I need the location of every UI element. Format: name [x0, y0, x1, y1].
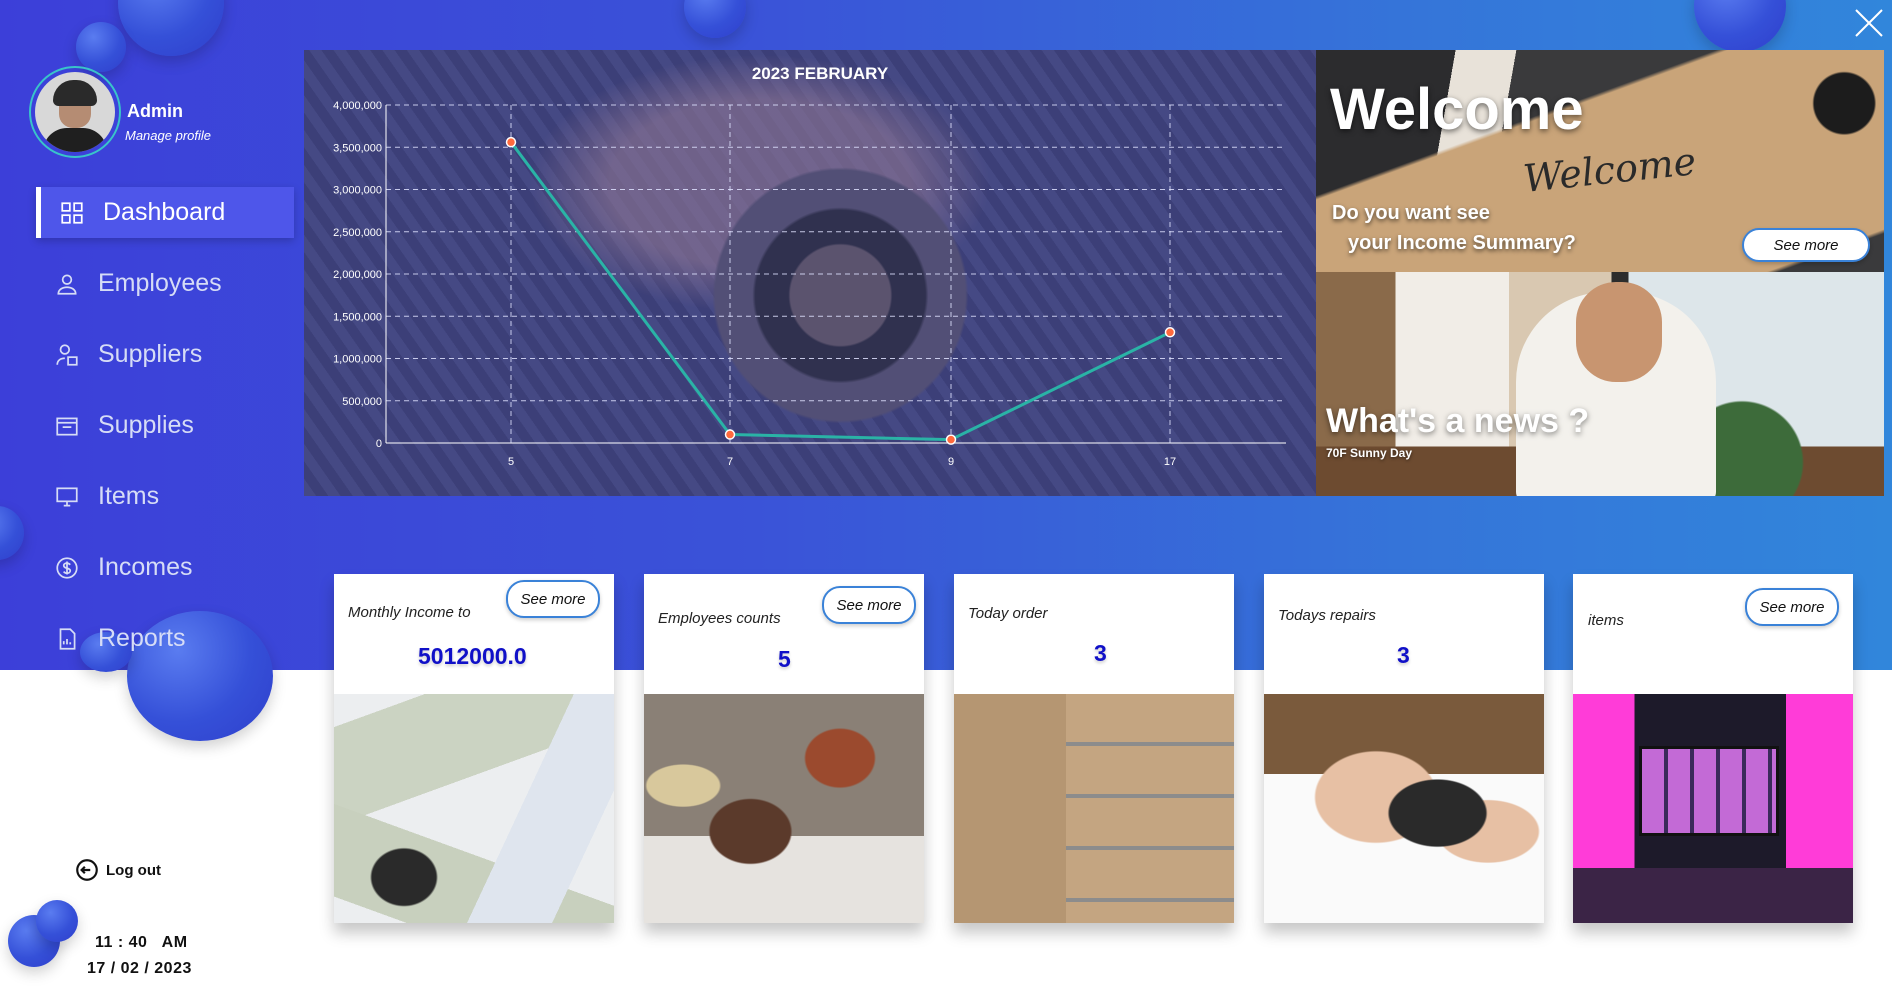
monitor-photo [1639, 746, 1779, 836]
data-point [505, 136, 517, 148]
card-value: 3 [1397, 642, 1410, 668]
decorative-bubble [36, 900, 78, 942]
avatar[interactable] [29, 66, 121, 158]
desk-setup-photo [1573, 694, 1853, 923]
y-tick-label: 1,000,000 [333, 354, 382, 366]
money-photo [334, 694, 614, 923]
card-label: Employees counts [658, 610, 781, 627]
y-tick-label: 2,000,000 [333, 269, 382, 281]
y-tick-label: 0 [376, 438, 382, 450]
welcome-panel: Welcome Welcome Do you want see your Inc… [1316, 50, 1884, 272]
sidebar-item-label: Supplies [98, 411, 194, 439]
logout-button[interactable]: Log out [74, 857, 161, 883]
y-tick-label: 3,000,000 [333, 185, 382, 197]
card-label: Monthly Income to [348, 604, 471, 621]
team-photo [644, 694, 924, 923]
y-tick-label: 4,000,000 [333, 100, 382, 112]
data-point [1164, 327, 1176, 338]
card-today-order: Today order 3 [954, 574, 1234, 923]
dashboard-icon [55, 196, 89, 230]
y-tick-label: 1,500,000 [333, 311, 382, 323]
repair-photo [1264, 694, 1544, 923]
decorative-bubble [76, 22, 126, 72]
close-icon[interactable] [1852, 6, 1886, 40]
income-line-chart: 2023 FEBRUARY 0 500,000 1,000,000 1,500,000 2… [333, 64, 1286, 468]
card-employees-count: Employees counts See more 5 [644, 574, 924, 923]
admin-name: Admin [127, 101, 183, 121]
sidebar-item-incomes[interactable]: Incomes [36, 542, 294, 593]
report-icon [50, 622, 84, 656]
sidebar-item-supplies[interactable]: Supplies [36, 400, 294, 451]
monthly-income-see-more-button[interactable]: See more [506, 580, 600, 618]
y-tick-label: 500,000 [342, 396, 382, 408]
warehouse-photo [954, 694, 1234, 923]
income-chart-panel: 2023 FEBRUARY 0 500,000 1,000,000 1,500,000 2… [304, 50, 1316, 496]
sidebar-item-items[interactable]: Items [36, 471, 294, 522]
sidebar-item-suppliers[interactable]: Suppliers [36, 329, 294, 380]
news-photo-head [1576, 282, 1662, 382]
card-todays-repairs: Todays repairs 3 [1264, 574, 1544, 923]
clock-time: 11 : 40 AM [95, 934, 188, 951]
monitor-icon [50, 480, 84, 514]
sidebar-item-employees[interactable]: Employees [36, 258, 294, 309]
income-summary-question-line1: Do you want see [1332, 202, 1490, 224]
news-weather: 70F Sunny Day [1326, 446, 1413, 460]
dollar-icon [50, 551, 84, 585]
logout-label: Log out [106, 861, 161, 879]
x-tick-label: 9 [948, 456, 954, 468]
welcome-script-text: Welcome [1521, 139, 1699, 201]
welcome-title: Welcome [1330, 77, 1584, 142]
income-summary-see-more-button[interactable]: See more [1742, 228, 1870, 262]
card-label: items [1588, 612, 1624, 629]
income-summary-question-line2: your Income Summary? [1348, 232, 1576, 254]
card-monthly-income: Monthly Income to See more 5012000.0 [334, 574, 614, 923]
box-icon [50, 409, 84, 443]
y-tick-label: 2,500,000 [333, 227, 382, 239]
sidebar-item-label: Dashboard [103, 198, 226, 226]
sidebar-item-reports[interactable]: Reports [36, 613, 294, 664]
card-value: 5012000.0 [418, 643, 527, 669]
clock-date: 17 / 02 / 2023 [87, 960, 192, 977]
card-label: Today order [968, 605, 1048, 622]
card-label: Todays repairs [1278, 607, 1376, 624]
sidebar-item-label: Suppliers [98, 340, 203, 368]
sidebar-item-label: Items [98, 482, 160, 510]
x-tick-label: 7 [727, 456, 733, 468]
sidebar-item-label: Reports [98, 624, 186, 652]
data-point [945, 434, 957, 445]
avatar-photo [35, 72, 115, 152]
income-series-line [509, 141, 1171, 442]
news-panel: What's a news ? 70F Sunny Day [1316, 272, 1884, 496]
news-title: What's a news ? [1326, 402, 1590, 440]
items-see-more-button[interactable]: See more [1745, 588, 1839, 626]
sidebar-item-label: Employees [98, 269, 222, 297]
data-point [724, 429, 736, 440]
user-icon [50, 267, 84, 301]
chart-title: 2023 FEBRUARY [752, 64, 889, 83]
manage-profile-link[interactable]: Manage profile [125, 128, 211, 143]
employees-see-more-button[interactable]: See more [822, 586, 916, 624]
card-value: 5 [778, 646, 791, 672]
card-items: items See more [1573, 574, 1853, 923]
y-tick-label: 3,500,000 [333, 142, 382, 154]
logout-icon [76, 859, 98, 881]
supplier-icon [50, 338, 84, 372]
x-tick-label: 5 [508, 456, 514, 468]
card-value: 3 [1094, 640, 1107, 666]
sidebar-item-label: Incomes [98, 553, 193, 581]
x-tick-label: 17 [1164, 456, 1176, 468]
sidebar-item-dashboard[interactable]: Dashboard [36, 187, 294, 238]
